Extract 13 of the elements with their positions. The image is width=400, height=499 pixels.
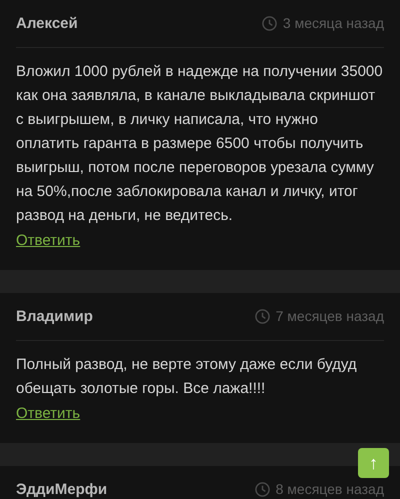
clock-icon [254, 308, 270, 324]
reply-link[interactable]: Ответить [16, 232, 80, 249]
comment-text: Вложил 1000 рублей в надежде на получении 35000 как она заявляла, в канале выкладывала скриншот с выигрышем, в личку написала, что нужно оплатить гаранта в размере 6500 чтобы получить выигрыш, потом после переговоров урезала сумму на 50%,после заблокировала канал и личку, итог развод на деньги, не ведитесь. [16, 62, 384, 226]
clock-icon [254, 482, 270, 496]
comment-author: ЭддиМерфи [16, 480, 108, 498]
comment-text: Полный развод, не верте этому даже если будуд обещать золотые горы. Все лажа!!!! [16, 355, 358, 399]
clock-icon [262, 16, 277, 30]
comment-author: Владимир [16, 308, 93, 324]
comment-author: Алексей [16, 14, 78, 32]
comment-time: 7 месяцев назад [276, 308, 384, 324]
comment-time: 8 месяцев назад [276, 481, 384, 497]
comment-time: 3 месяца назад [282, 15, 384, 31]
reply-link[interactable]: Ответить [16, 405, 80, 422]
